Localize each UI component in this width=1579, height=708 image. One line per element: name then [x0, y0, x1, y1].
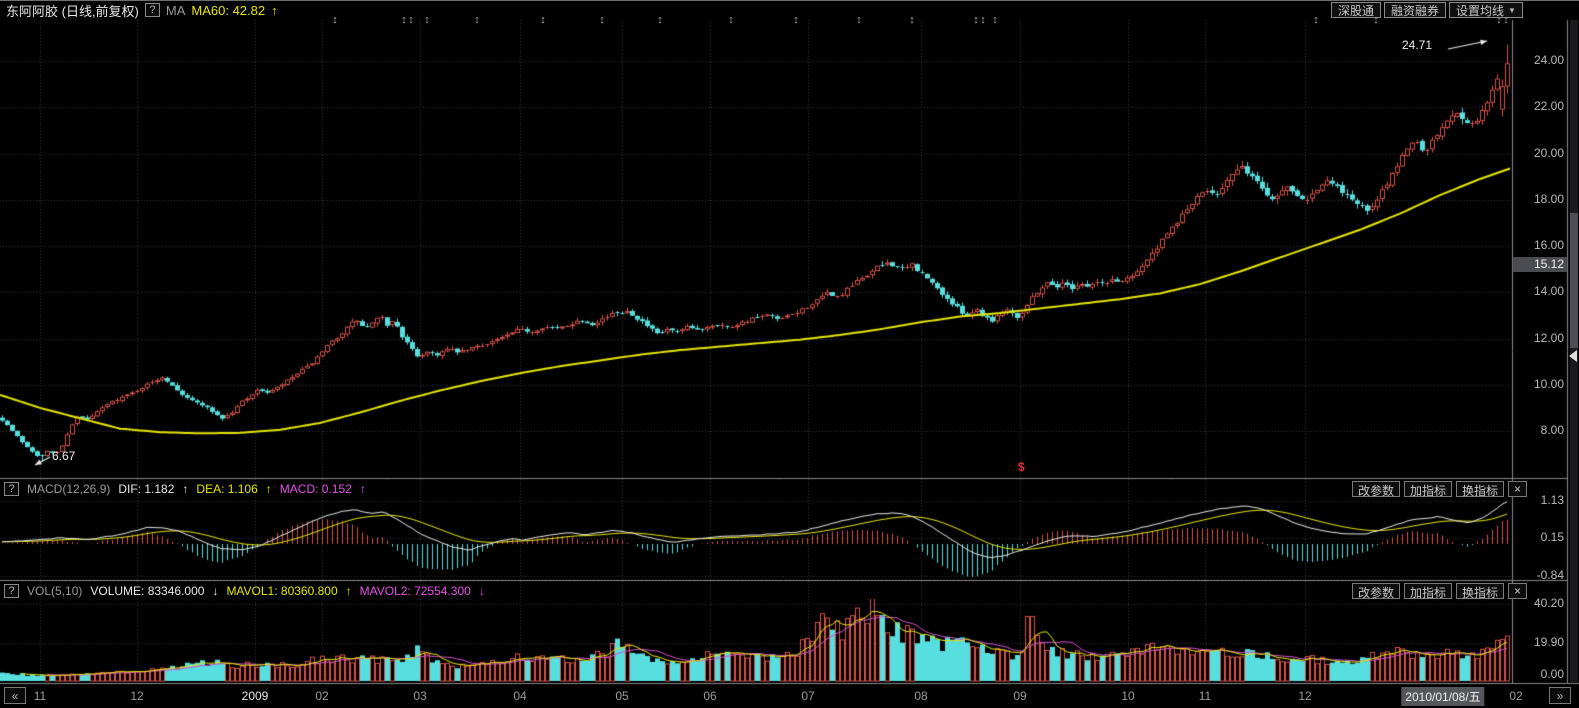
- event-marker-icon[interactable]: ↕: [540, 14, 546, 26]
- timeline-tick: 04: [513, 689, 527, 703]
- macd-indicator-name: MACD(12,26,9): [27, 482, 111, 496]
- timeline-tick: 06: [703, 689, 717, 703]
- event-marker-icon[interactable]: ↕: [474, 14, 480, 26]
- event-marker-icon[interactable]: ↕: [599, 14, 605, 26]
- price-axis-label: 16.00: [1533, 238, 1564, 252]
- timeline-tick: 05: [615, 689, 629, 703]
- timeline-tick: 08: [914, 689, 928, 703]
- dea-value: DEA: 1.106: [196, 482, 258, 496]
- price-axis-label: 18.00: [1533, 191, 1564, 206]
- dif-arrow-icon: ↑: [182, 482, 189, 496]
- low-price-annotation: 6.67: [52, 449, 76, 463]
- price-axis-label: 10.00: [1533, 376, 1564, 391]
- timeline-tick: 09: [1013, 689, 1027, 703]
- timeline-tick: 10: [1121, 689, 1135, 703]
- dividend-marker[interactable]: $: [1018, 460, 1025, 474]
- event-marker-icon[interactable]: ↕: [1503, 14, 1509, 26]
- event-marker-icon[interactable]: ↕: [973, 14, 979, 26]
- change-params-button[interactable]: 改参数: [1352, 481, 1401, 498]
- current-date-tag: 2010/01/08/五: [1401, 687, 1485, 706]
- margin-trading-button[interactable]: 融资融券: [1384, 2, 1447, 18]
- add-indicator-button[interactable]: 加指标: [1404, 481, 1453, 498]
- event-marker-icon[interactable]: ↕: [1373, 14, 1379, 26]
- price-axis-label: 8.00: [1540, 423, 1564, 437]
- timeline-tick: 02: [1509, 689, 1523, 703]
- change-params-button[interactable]: 改参数: [1352, 583, 1401, 600]
- macd-panel-buttons: 改参数 加指标 换指标 ×: [1352, 481, 1528, 498]
- event-marker-icon[interactable]: ↕: [909, 14, 915, 26]
- timeline-tick: 03: [413, 689, 427, 703]
- volume-panel-buttons: 改参数 加指标 换指标 ×: [1352, 583, 1528, 600]
- mavol2-arrow-icon: ↓: [478, 584, 485, 598]
- mavol1-value: MAVOL1: 80360.800: [226, 584, 338, 598]
- header-button-group: 深股通 融资融券 设置均线 ▼: [1331, 2, 1523, 18]
- dea-arrow-icon: ↑: [265, 482, 272, 496]
- scroll-forward-button[interactable]: »: [1549, 687, 1571, 704]
- macd-value: MACD: 0.152: [279, 482, 352, 496]
- mavol2-value: MAVOL2: 72554.300: [359, 584, 471, 598]
- event-marker-icon[interactable]: ↕: [992, 14, 998, 26]
- scrollbar-thumb[interactable]: [1570, 213, 1578, 348]
- event-marker-icon[interactable]: ↕: [728, 14, 734, 26]
- dropdown-arrow-icon: ▼: [1508, 5, 1516, 15]
- mavol1-arrow-icon: ↑: [345, 584, 352, 598]
- macd-header: ? MACD(12,26,9) DIF: 1.182 ↑ DEA: 1.106 …: [4, 481, 366, 497]
- price-axis-label: 14.00: [1533, 284, 1564, 299]
- macd-axis-label: 0.15: [1540, 530, 1564, 545]
- price-chart-canvas[interactable]: [0, 1, 1579, 708]
- ma-settings-button[interactable]: 设置均线 ▼: [1449, 2, 1523, 18]
- price-axis-label: 22.00: [1533, 99, 1564, 114]
- high-price-annotation: 24.71: [1402, 38, 1433, 52]
- ma-label: MA: [165, 2, 186, 18]
- current-price-tag: 15.12: [1513, 257, 1567, 273]
- event-marker-icon[interactable]: ↕: [793, 14, 799, 26]
- event-marker-icon[interactable]: ↕: [401, 14, 407, 26]
- timeline-tick: 02: [315, 689, 329, 703]
- switch-indicator-button[interactable]: 换指标: [1456, 583, 1505, 600]
- stock-chart-window: 东阿阿胶 (日线,前复权) ? MA MA60: 42.82 ↑ 深股通 融资融…: [0, 0, 1579, 708]
- scrollbar-position-arrow-icon[interactable]: [1569, 350, 1577, 362]
- macd-arrow-icon: ↑: [359, 482, 366, 496]
- switch-indicator-button[interactable]: 换指标: [1456, 481, 1505, 498]
- volume-axis-label: 19.90: [1533, 634, 1564, 649]
- help-icon[interactable]: ?: [4, 482, 19, 496]
- up-arrow-icon: ↑: [271, 2, 278, 18]
- volume-axis-label: 0.00: [1540, 667, 1564, 681]
- timeline-tick: 11: [1198, 689, 1212, 703]
- scroll-back-button[interactable]: «: [4, 687, 26, 704]
- volume-value: VOLUME: 83346.000: [90, 584, 205, 598]
- help-icon[interactable]: ?: [144, 3, 160, 17]
- timeline-tick: 11: [33, 689, 47, 703]
- event-marker-icon[interactable]: ↕: [1313, 14, 1319, 26]
- price-axis-label: 20.00: [1533, 145, 1564, 160]
- volume-header: ? VOL(5,10) VOLUME: 83346.000 ↓ MAVOL1: …: [4, 583, 485, 599]
- timeline-tick: 07: [801, 689, 815, 703]
- stock-title: 东阿阿胶 (日线,前复权): [6, 3, 139, 19]
- dif-value: DIF: 1.182: [118, 482, 175, 496]
- price-axis-label: 12.00: [1533, 330, 1564, 345]
- help-icon[interactable]: ?: [4, 584, 19, 598]
- event-marker-icon[interactable]: ↕: [408, 14, 414, 26]
- event-marker-icon[interactable]: ↕: [1496, 14, 1502, 26]
- event-marker-icon[interactable]: ↕: [856, 14, 862, 26]
- event-marker-icon[interactable]: ↕: [424, 14, 430, 26]
- macd-axis-label: 1.13: [1540, 493, 1564, 508]
- timeline-tick: 12: [1298, 689, 1312, 703]
- event-marker-icon[interactable]: ↕: [332, 14, 338, 26]
- event-marker-icon[interactable]: ↕: [657, 14, 663, 26]
- vol-indicator-name: VOL(5,10): [27, 584, 83, 598]
- event-marker-icon[interactable]: ↕: [980, 14, 986, 26]
- timeline-tick: 2009: [241, 689, 269, 703]
- volume-axis-label: 40.20: [1533, 596, 1564, 611]
- macd-axis-label: -0.84: [1536, 567, 1564, 582]
- timeline-tick: 12: [130, 689, 144, 703]
- ma60-value: MA60: 42.82: [191, 2, 266, 18]
- price-axis-label: 24.00: [1533, 53, 1564, 67]
- add-indicator-button[interactable]: 加指标: [1404, 583, 1453, 600]
- volume-arrow-icon: ↓: [212, 584, 219, 598]
- main-header: 东阿阿胶 (日线,前复权) ? MA MA60: 42.82 ↑: [6, 2, 278, 19]
